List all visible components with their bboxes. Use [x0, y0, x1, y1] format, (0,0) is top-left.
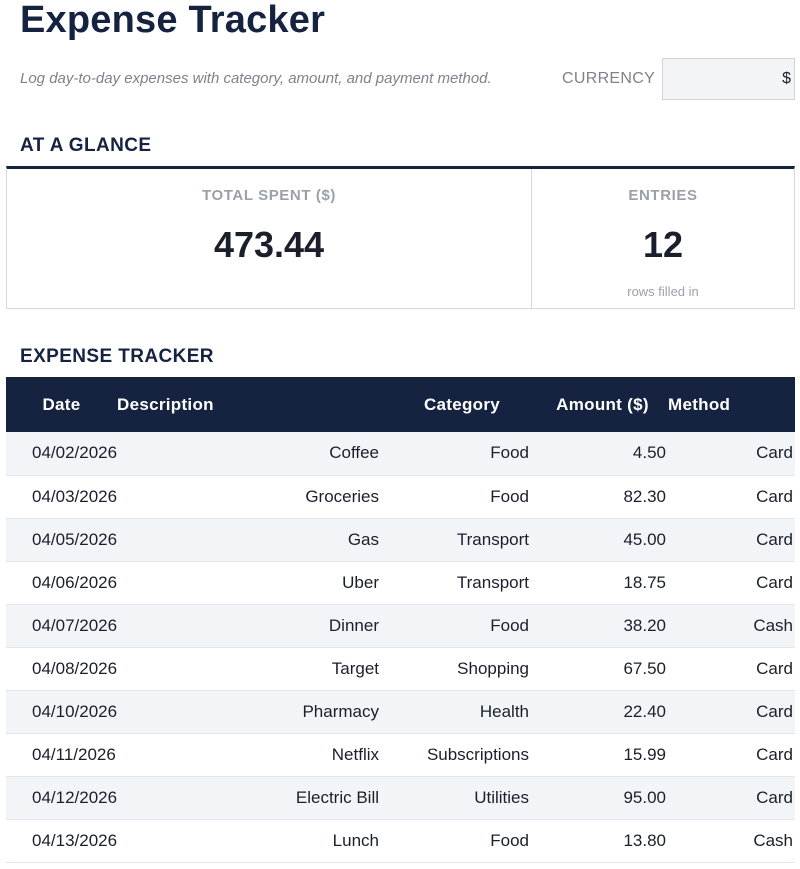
table-row: 04/13/2026 Lunch Food 13.80 Cash: [6, 819, 795, 863]
table-header-row: Date Description Category Amount ($) Met…: [6, 377, 795, 432]
column-header-category[interactable]: Category: [387, 377, 537, 432]
table-row: 04/08/2026 Target Shopping 67.50 Card: [6, 647, 795, 691]
cell-method[interactable]: Card: [668, 518, 795, 562]
cell-method[interactable]: Cash: [668, 604, 795, 648]
cell-description[interactable]: Target: [117, 647, 387, 691]
cell-date[interactable]: 04/06/2026: [6, 561, 117, 605]
cell-description[interactable]: Coffee: [117, 432, 387, 476]
cell-date[interactable]: 04/07/2026: [6, 604, 117, 648]
page-subtitle: Log day-to-day expenses with category, a…: [20, 70, 492, 87]
expense-tracker-heading: EXPENSE TRACKER: [20, 346, 214, 367]
table-row: 04/07/2026 Dinner Food 38.20 Cash: [6, 604, 795, 648]
total-spent-label: TOTAL SPENT ($): [201, 187, 336, 204]
table-row: 04/02/2026 Coffee Food 4.50 Card: [6, 432, 795, 476]
currency-input[interactable]: $: [662, 58, 795, 100]
cell-date[interactable]: 04/05/2026: [6, 518, 117, 562]
cell-description[interactable]: Dinner: [117, 604, 387, 648]
expense-table: Date Description Category Amount ($) Met…: [6, 377, 795, 863]
cell-date[interactable]: 04/11/2026: [6, 733, 117, 777]
table-row: 04/05/2026 Gas Transport 45.00 Card: [6, 518, 795, 562]
column-header-method[interactable]: Method: [668, 377, 795, 432]
at-a-glance-heading: AT A GLANCE: [20, 135, 152, 156]
cell-amount[interactable]: 38.20: [537, 604, 668, 648]
cell-amount[interactable]: 95.00: [537, 776, 668, 820]
cell-amount[interactable]: 67.50: [537, 647, 668, 691]
cell-description[interactable]: Uber: [117, 561, 387, 605]
cell-category[interactable]: Food: [387, 819, 537, 863]
cell-category[interactable]: Food: [387, 432, 537, 476]
cell-category[interactable]: Transport: [387, 518, 537, 562]
cell-category[interactable]: Food: [387, 604, 537, 648]
table-row: 04/11/2026 Netflix Subscriptions 15.99 C…: [6, 733, 795, 777]
cell-method[interactable]: Cash: [668, 819, 795, 863]
cell-description[interactable]: Netflix: [117, 733, 387, 777]
cell-description[interactable]: Pharmacy: [117, 690, 387, 734]
total-spent-value: 473.44: [213, 224, 325, 265]
cell-description[interactable]: Lunch: [117, 819, 387, 863]
table-row: 04/12/2026 Electric Bill Utilities 95.00…: [6, 776, 795, 820]
cell-method[interactable]: Card: [668, 733, 795, 777]
entries-card: ENTRIES 12 rows filled in: [532, 169, 794, 308]
cell-amount[interactable]: 22.40: [537, 690, 668, 734]
cell-category[interactable]: Transport: [387, 561, 537, 605]
cell-date[interactable]: 04/08/2026: [6, 647, 117, 691]
cell-description[interactable]: Groceries: [117, 475, 387, 519]
cell-date[interactable]: 04/13/2026: [6, 819, 117, 863]
entries-label: ENTRIES: [628, 187, 698, 204]
cell-category[interactable]: Health: [387, 690, 537, 734]
cell-description[interactable]: Gas: [117, 518, 387, 562]
cell-category[interactable]: Subscriptions: [387, 733, 537, 777]
cell-amount[interactable]: 18.75: [537, 561, 668, 605]
cell-date[interactable]: 04/02/2026: [6, 432, 117, 476]
column-header-description[interactable]: Description: [117, 377, 387, 432]
cell-category[interactable]: Utilities: [387, 776, 537, 820]
cell-amount[interactable]: 15.99: [537, 733, 668, 777]
page-title: Expense Tracker: [20, 0, 326, 41]
cell-amount[interactable]: 45.00: [537, 518, 668, 562]
cell-date[interactable]: 04/03/2026: [6, 475, 117, 519]
cell-category[interactable]: Food: [387, 475, 537, 519]
at-a-glance-panel: TOTAL SPENT ($) 473.44 ENTRIES 12 rows f…: [6, 166, 795, 309]
table-row: 04/10/2026 Pharmacy Health 22.40 Card: [6, 690, 795, 734]
column-header-amount[interactable]: Amount ($): [537, 377, 668, 432]
cell-method[interactable]: Card: [668, 432, 795, 476]
table-row: 04/03/2026 Groceries Food 82.30 Card: [6, 475, 795, 519]
cell-amount[interactable]: 82.30: [537, 475, 668, 519]
currency-label: CURRENCY: [562, 70, 656, 87]
table-row: 04/06/2026 Uber Transport 18.75 Card: [6, 561, 795, 605]
cell-date[interactable]: 04/12/2026: [6, 776, 117, 820]
cell-method[interactable]: Card: [668, 561, 795, 605]
cell-method[interactable]: Card: [668, 475, 795, 519]
cell-method[interactable]: Card: [668, 690, 795, 734]
entries-value: 12: [642, 224, 684, 265]
cell-amount[interactable]: 4.50: [537, 432, 668, 476]
expense-table-container: Date Description Category Amount ($) Met…: [6, 377, 795, 863]
cell-description[interactable]: Electric Bill: [117, 776, 387, 820]
entries-note: rows filled in: [627, 284, 699, 299]
cell-method[interactable]: Card: [668, 647, 795, 691]
total-spent-card: TOTAL SPENT ($) 473.44: [7, 169, 532, 308]
cell-category[interactable]: Shopping: [387, 647, 537, 691]
cell-method[interactable]: Card: [668, 776, 795, 820]
column-header-date[interactable]: Date: [6, 377, 117, 432]
cell-date[interactable]: 04/10/2026: [6, 690, 117, 734]
cell-amount[interactable]: 13.80: [537, 819, 668, 863]
